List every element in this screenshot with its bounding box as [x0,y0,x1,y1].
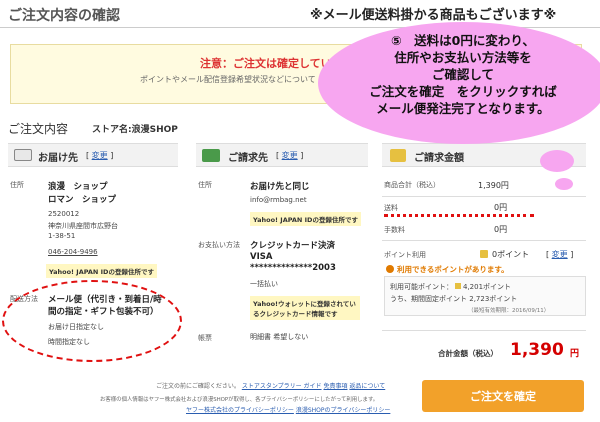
footer-line-1: ご注文の前にご確認ください。 ストアスタンプラリー ガイド 免責事項 返品につい… [156,383,386,390]
total-value: 1,390 [510,340,564,360]
point-use-value: 0ポイント [492,250,530,259]
limited-expiry: （最短有効期限：2016/09/11） [468,308,550,314]
subtotal-label: 商品合計（税込） [384,181,440,189]
footer-line-2: お客様の個人情報はヤフー株式会社および浪漫SHOPが取得し、各プライバシーポリシ… [100,397,379,403]
bubble-tail-small [555,178,573,190]
amount-divider-3 [382,330,586,331]
amount-title: ご請求金額 [414,153,464,164]
annotation-line-1: ⑤ 送料は0円に変わり、 [391,33,535,48]
shipping-address: 神奈川県座間市広野台 [48,222,118,230]
confirm-order-button[interactable]: ご注文を確定 [422,380,584,412]
annotation-line-4: ご注文を確定 をクリックすれば [369,84,557,99]
wallet-tag-line-2: るクレジットカード情報です [253,310,338,318]
payment-value: クレジットカード決済 [250,241,336,251]
footer-link-returns[interactable]: 返品について [349,383,385,390]
shipping-name-kanji: 浪漫 ショップ [48,182,108,192]
shipping-phone[interactable]: 046-204-9496 [48,248,98,256]
subtotal-value: 1,390円 [478,181,509,190]
total-unit: 円 [570,349,580,359]
billing-address-label: 住所 [198,181,212,189]
billing-email: info@rmbag.net [250,196,307,204]
annotation-text: ⑤ 送料は0円に変わり、 住所やお支払い方法等を ご確認して ご注文を確定 をク… [318,32,600,117]
point-icon [480,250,488,258]
receipt-value: 明細書 希望しない [250,333,309,341]
billing-change-link[interactable]: [ 変更 ] [276,150,303,161]
store-name: ストア名:浪漫SHOP [92,125,178,135]
payment-label: お支払い方法 [198,241,240,249]
fee-value: 0円 [494,225,508,234]
shipping-name-kana: ロマン ショップ [48,195,117,205]
receipt-label: 帳票 [198,334,212,342]
warning-sub: ポイントやメール配信登録希望状況などについて [140,75,316,84]
point-small-icon [455,283,461,289]
point-use-label: ポイント利用 [384,251,426,259]
annotation-line-3: ご確認して [431,67,495,82]
point-change-link[interactable]: [ 変更 ] [546,249,573,260]
annotation-line-2: 住所やお支払い方法等を [394,50,532,65]
installment: 一括払い [250,280,278,288]
billing-card-icon [202,149,220,162]
bubble-tail-large [540,150,574,172]
shipping-address-label: 住所 [10,181,24,189]
highlight-shipping-method [2,280,182,362]
fee-label: 手数料 [384,226,405,234]
footer-link-stamp[interactable]: ストアスタンプラリー ガイド [242,383,322,390]
shipping-change-link[interactable]: [ 変更 ] [86,150,113,161]
highlight-shipping-fee [384,214,534,217]
card-brand: VISA [250,252,273,262]
shipping-title: お届け先 [38,153,78,164]
shipping-fee-notice: ※メール便送料掛かる商品もございます※ [310,8,557,23]
info-icon [386,265,394,273]
total-label: 合計金額（税込） [438,349,498,358]
point-available-note: 利用できるポイントがあります。 [386,264,509,275]
wallet-tag-line-1: Yahoo!ウォレットに登録されてい [253,300,356,308]
footer-link-store-privacy[interactable]: 浪漫SHOPのプライバシーポリシー [296,407,391,414]
available-points: 利用可能ポイント： 4,201ポイント [390,283,512,291]
footer-link-disclaimer[interactable]: 免責事項 [323,383,347,390]
shipping-address-number: 1-38-51 [48,232,76,240]
annotation-line-5: メール便発注完了となります。 [376,101,550,116]
warning-title: 注意：ご注文は確定してい [200,57,332,70]
billing-yahoo-tag: Yahoo! JAPAN IDの登録住所です [250,212,361,226]
footer-link-yahoo-privacy[interactable]: ヤフー株式会社のプライバシーポリシー [186,407,294,414]
billing-title: ご請求先 [228,153,268,164]
order-heading: ご注文内容 [8,122,69,136]
shipping-zip: 2520012 [48,210,80,218]
limited-points: うち、期間固定ポイント 2,723ポイント [390,295,518,303]
wallet-tag: Yahoo!ウォレットに登録されてい るクレジットカード情報です [250,296,360,320]
page-title: ご注文内容の確認 [8,8,120,24]
footer-line-3: ヤフー株式会社のプライバシーポリシー 浪漫SHOPのプライバシーポリシー [186,405,390,414]
truck-icon [14,149,32,161]
shipping-yahoo-tag: Yahoo! JAPAN IDの登録住所です [46,264,157,278]
shipping-fee-label: 送料 [384,204,398,212]
amount-divider-2 [382,240,586,241]
shipping-fee-value: 0円 [494,203,508,212]
billing-same-as: お届け先と同じ [250,182,310,192]
amount-divider-1 [382,196,586,197]
coin-icon [390,149,406,162]
card-number: **************2003 [250,263,336,273]
